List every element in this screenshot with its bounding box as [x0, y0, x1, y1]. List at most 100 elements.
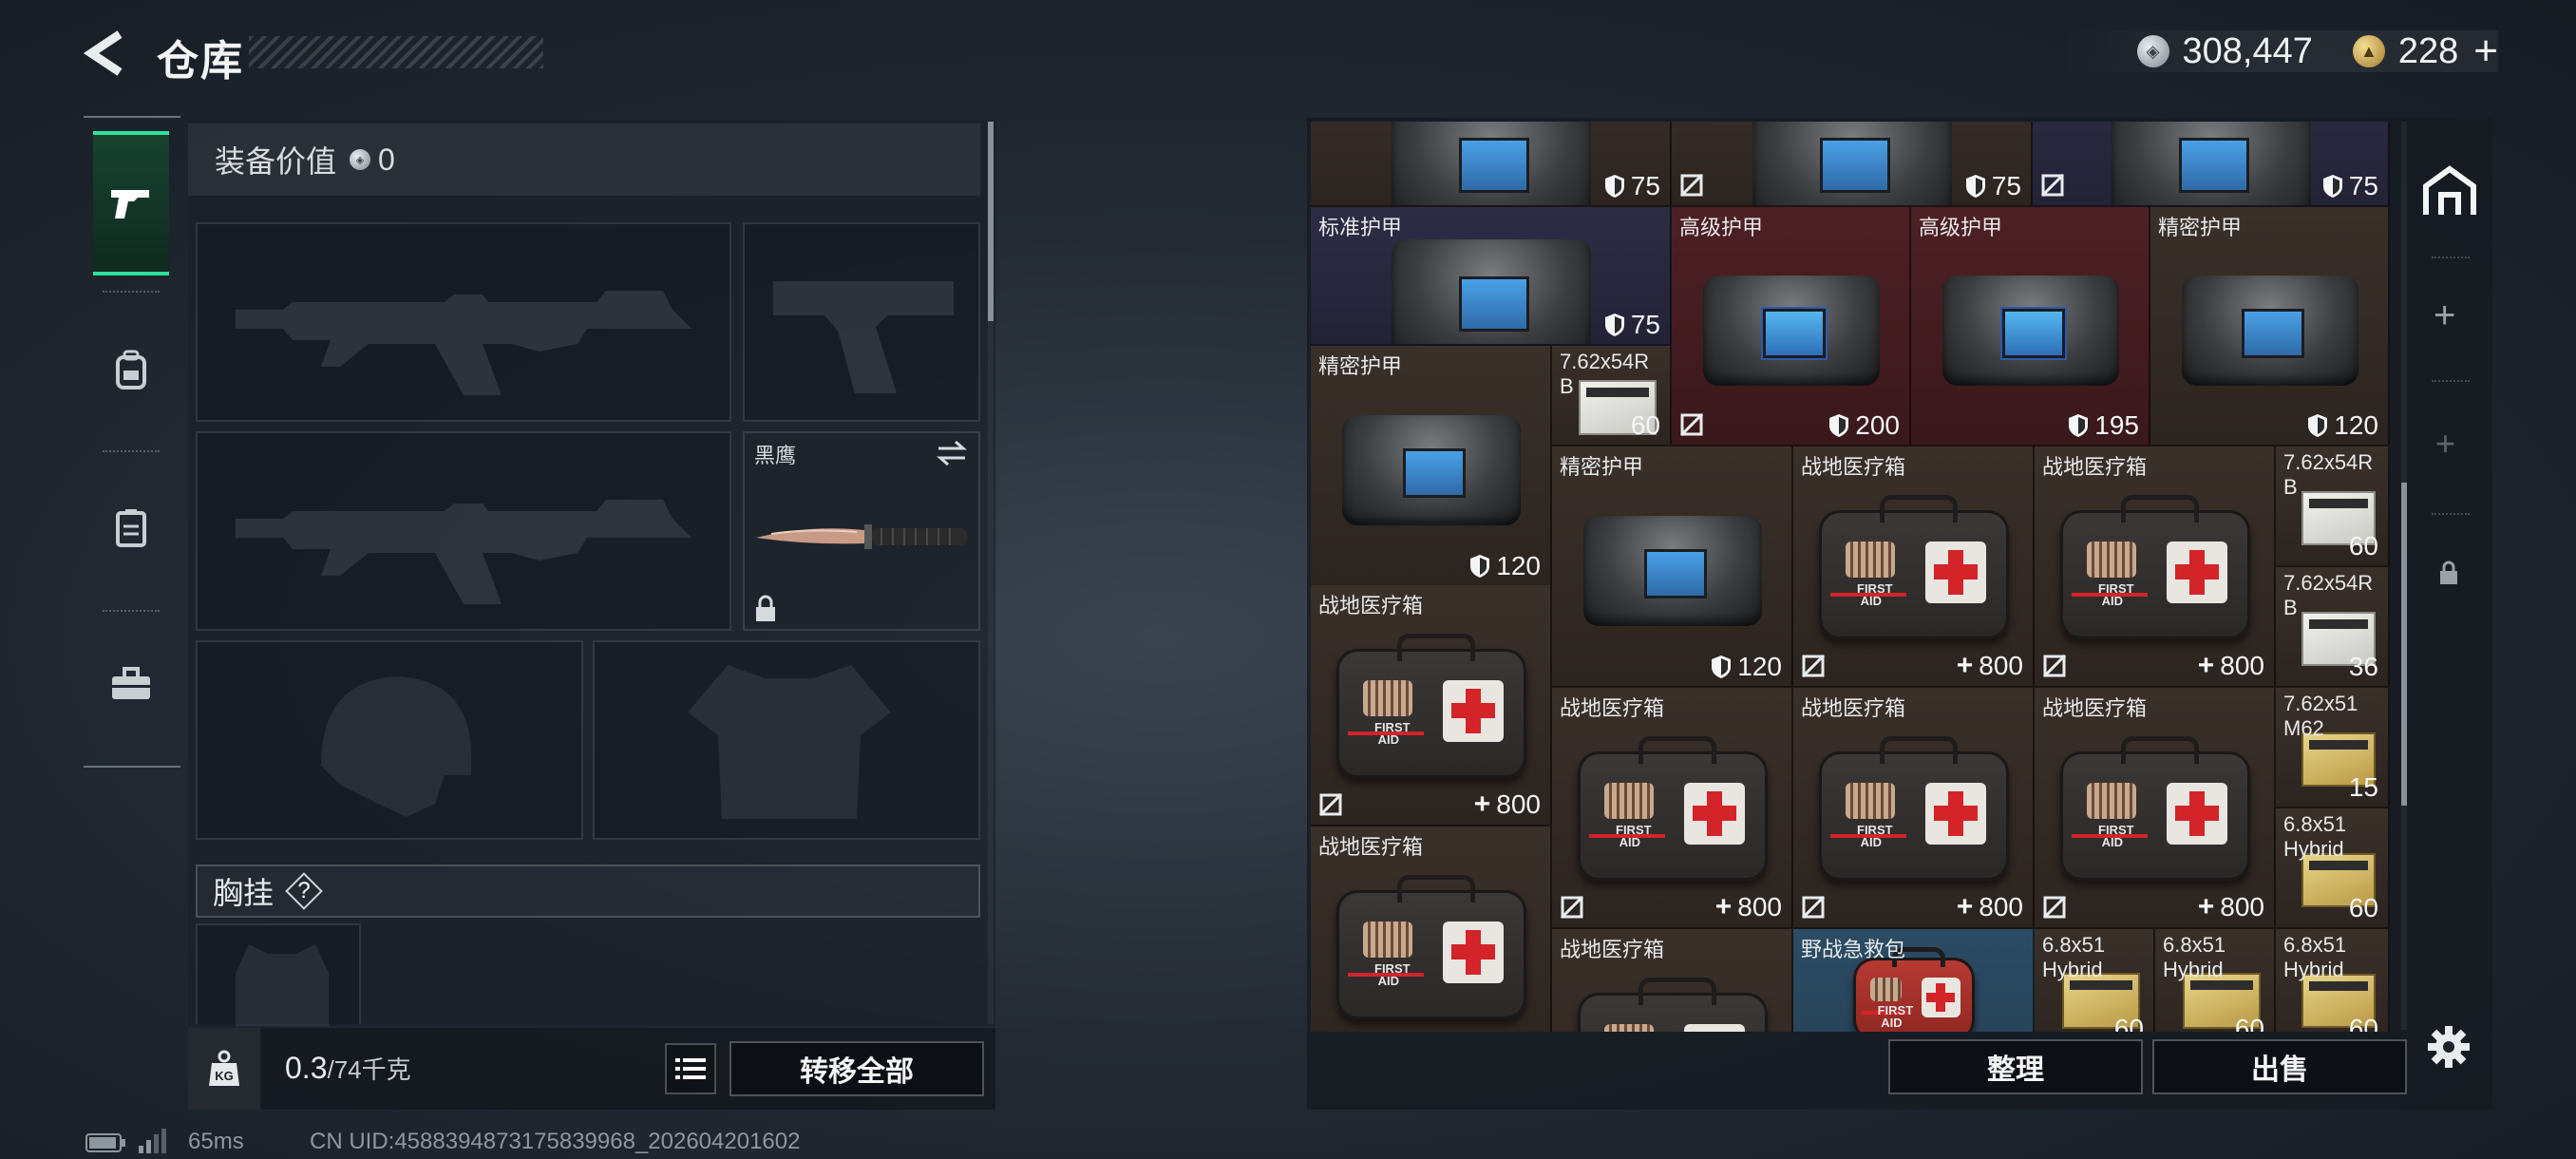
- item-name: 精密护甲: [1318, 354, 1403, 378]
- armor-shield-icon: [1604, 314, 1624, 336]
- warehouse-item[interactable]: FIRST AID 战地医疗箱 +800: [1793, 446, 2035, 688]
- warehouse-item[interactable]: 精密护甲 120: [1552, 446, 1793, 688]
- warehouse-item[interactable]: 7.62x54R B 36: [2276, 567, 2390, 688]
- warehouse-icon[interactable]: [2422, 165, 2477, 217]
- item-name: 战地医疗箱: [2042, 455, 2148, 479]
- silver-coin-icon: ◈: [2136, 35, 2169, 67]
- warehouse-item[interactable]: 高级护甲 200: [1672, 207, 1911, 446]
- item-name: 7.62x51: [2283, 692, 2358, 715]
- item-name: 战地医疗箱: [1560, 938, 1665, 961]
- warehouse-item[interactable]: 标准护甲 75: [1311, 207, 1672, 346]
- item-subname: Hybrid: [2042, 958, 2103, 981]
- warehouse-item[interactable]: FIRST AID 战地医疗箱 +800: [1311, 826, 1552, 1032]
- primary-weapon-slot[interactable]: [196, 222, 731, 422]
- gold-coin-icon: ▲: [2352, 35, 2385, 67]
- add-storage-icon[interactable]: +: [2435, 424, 2455, 464]
- item-name: 7.62x54R: [2283, 571, 2374, 595]
- tab-weapons[interactable]: [93, 131, 169, 276]
- warehouse-item[interactable]: FIRST AID 战地医疗箱 +800: [1311, 585, 1552, 826]
- warehouse-item[interactable]: 6.8x51 Hybrid 60: [2155, 929, 2276, 1032]
- warehouse-item[interactable]: 75: [1672, 122, 2033, 207]
- silver-coin-icon: ◈: [350, 149, 371, 170]
- warehouse-side-rail: + +: [2403, 124, 2489, 1036]
- heal-plus-icon: +: [1473, 788, 1491, 820]
- equipment-scrollbar[interactable]: [988, 122, 994, 1024]
- heal-plus-icon: +: [2197, 650, 2215, 681]
- body-armor-image: [1392, 122, 1591, 205]
- warehouse-item[interactable]: FIRST AID 战地医疗箱 +800: [1793, 688, 2035, 929]
- warehouse-item[interactable]: FIRST AID 战地医疗箱 +800: [1552, 688, 1793, 929]
- item-name: 精密护甲: [2158, 216, 2243, 239]
- melee-item-name: 黑鹰: [754, 444, 797, 467]
- warehouse-item[interactable]: 7.62x54R B 60: [1552, 346, 1672, 446]
- warehouse-item[interactable]: FIRST AID 战地医疗箱 +800: [2035, 446, 2276, 688]
- warehouse-item[interactable]: 6.8x51 Hybrid 60: [2035, 929, 2155, 1032]
- item-subname: Hybrid: [2163, 958, 2224, 981]
- no-insurance-icon: [1679, 173, 1704, 198]
- armor-slot[interactable]: [593, 640, 980, 840]
- item-name: 战地医疗箱: [2042, 696, 2148, 720]
- armor-shield-icon: [1965, 175, 1985, 198]
- item-value: 200: [1828, 410, 1900, 441]
- help-icon[interactable]: ?: [287, 874, 321, 908]
- ping-readout: 65ms: [188, 1129, 244, 1154]
- chest-rig-slot[interactable]: [196, 923, 361, 1026]
- warehouse-item[interactable]: FIRST AID 战地医疗箱: [1552, 929, 1793, 1032]
- medkit-image: FIRST AID: [2060, 735, 2250, 881]
- item-name: 战地医疗箱: [1560, 696, 1665, 720]
- secondary-weapon-slot[interactable]: [196, 431, 731, 631]
- item-subname: Hybrid: [2283, 837, 2344, 861]
- item-value: 75: [1965, 171, 2021, 201]
- add-currency-button[interactable]: +: [2473, 28, 2498, 75]
- transfer-all-button[interactable]: 转移全部: [729, 1041, 984, 1096]
- settings-gear-icon[interactable]: [2426, 1024, 2472, 1070]
- medkit-image: FIRST AID: [1819, 735, 2009, 881]
- list-view-button[interactable]: [665, 1043, 716, 1094]
- item-value: +800: [2197, 891, 2264, 922]
- item-value: 195: [2068, 410, 2139, 441]
- uid-readout: CN UID:4588394873175839968_202604201602: [310, 1129, 801, 1154]
- warehouse-item[interactable]: 7.62x51 M62 15: [2276, 688, 2390, 808]
- item-value: 75: [2322, 171, 2378, 201]
- back-arrow-icon[interactable]: [82, 28, 127, 78]
- sidearm-slot[interactable]: [743, 222, 980, 422]
- item-value: 120: [1469, 551, 1541, 581]
- pistol-silhouette-icon: [773, 281, 954, 393]
- sell-button[interactable]: 出售: [2152, 1039, 2407, 1094]
- warehouse-item[interactable]: 75: [1311, 122, 1672, 207]
- melee-slot[interactable]: 黑鹰: [743, 431, 980, 631]
- body-armor-image: [2181, 276, 2359, 386]
- item-name: 6.8x51: [2283, 933, 2347, 957]
- swap-icon[interactable]: [935, 439, 969, 467]
- sort-button[interactable]: 整理: [1888, 1039, 2143, 1094]
- weight-icon: KG: [188, 1028, 260, 1110]
- lock-icon: [2440, 560, 2457, 584]
- warehouse-item[interactable]: 精密护甲 120: [2150, 207, 2390, 446]
- warehouse-item[interactable]: 6.8x51 Hybrid 60: [2276, 808, 2390, 929]
- item-name: 7.62x54R: [2283, 450, 2374, 474]
- armor-shield-icon: [1829, 414, 1849, 437]
- list-icon: [675, 1058, 706, 1079]
- warehouse-item[interactable]: 75: [2033, 122, 2390, 207]
- item-subname: B: [2283, 596, 2298, 619]
- body-armor-image: [2112, 122, 2311, 205]
- tab-vest[interactable]: [93, 456, 169, 600]
- warehouse-item[interactable]: 精密护甲 120: [1311, 346, 1552, 587]
- add-storage-icon[interactable]: +: [2434, 294, 2455, 337]
- tab-backpack[interactable]: [93, 298, 169, 443]
- no-insurance-icon: [2042, 895, 2067, 920]
- medkit-image: FIRST AID: [1853, 947, 1975, 1032]
- tab-toolbox[interactable]: [93, 612, 169, 756]
- weight-current: 0.3: [285, 1051, 328, 1085]
- helmet-slot[interactable]: [196, 640, 583, 840]
- warehouse-item[interactable]: 高级护甲 195: [1911, 207, 2150, 446]
- armor-shield-icon: [2308, 414, 2328, 437]
- warehouse-item[interactable]: 7.62x54R B 60: [2276, 446, 2390, 567]
- warehouse-item[interactable]: FIRST AID 战地医疗箱 +800: [2035, 688, 2276, 929]
- item-value: 75: [1604, 171, 1660, 201]
- gold-balance: 228: [2397, 30, 2459, 71]
- medkit-image: FIRST AID: [1336, 874, 1526, 1019]
- equipment-value-label: 装备价值: [215, 144, 337, 179]
- warehouse-item[interactable]: 6.8x51 Hybrid 60: [2276, 929, 2390, 1032]
- warehouse-item[interactable]: FIRST AID野战急救包+220: [1793, 929, 2035, 1032]
